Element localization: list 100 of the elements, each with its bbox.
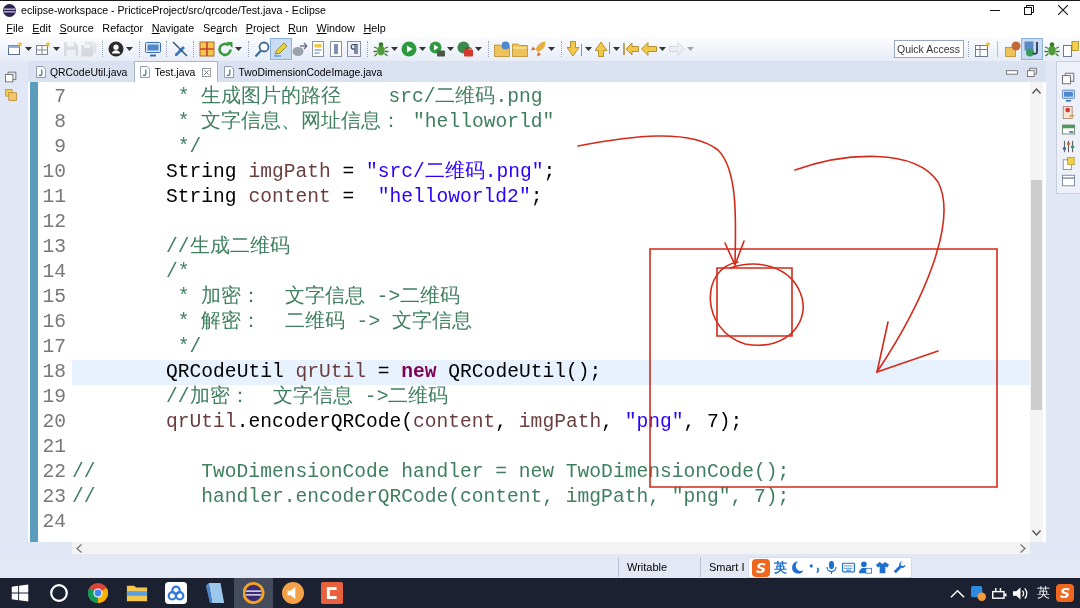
wrench-icon[interactable] (893, 561, 906, 574)
line-number: 15 (41, 285, 66, 310)
monitor-icon[interactable] (1062, 89, 1075, 102)
caret-icon[interactable] (613, 47, 620, 51)
code-keyword: new (401, 361, 437, 383)
table-star-icon[interactable] (974, 41, 991, 57)
person-circle-icon[interactable] (108, 41, 124, 57)
editor-tab[interactable]: QRCodeUtil.java (30, 61, 135, 82)
grid-star-icon[interactable] (35, 41, 51, 57)
caret-icon[interactable] (419, 47, 426, 51)
badge-tile-icon[interactable] (971, 585, 986, 601)
menu-item[interactable]: Run (283, 22, 313, 34)
document-hook-icon (140, 66, 151, 78)
play-icon[interactable] (401, 41, 417, 57)
monitor-icon[interactable] (145, 41, 161, 57)
battery-plug-icon[interactable] (992, 585, 1007, 601)
dot-comma-icon[interactable] (808, 561, 821, 574)
document-icon[interactable] (310, 41, 326, 57)
caret-icon[interactable] (475, 47, 482, 51)
line-number: 8 (53, 110, 66, 135)
caret-icon[interactable] (126, 47, 133, 51)
speaker-disc-icon[interactable] (281, 582, 304, 604)
status-field: Smart I (700, 557, 747, 577)
speaker-icon[interactable] (1013, 585, 1028, 601)
keyboard-icon[interactable] (842, 561, 855, 574)
menu-item[interactable]: Search (198, 22, 242, 34)
caret-icon[interactable] (548, 47, 555, 51)
menu-item[interactable]: Help (359, 22, 390, 34)
menu-item[interactable]: Refactor (98, 22, 148, 34)
shirt-icon[interactable] (876, 561, 889, 574)
ring-icon[interactable] (47, 582, 70, 604)
close-icon[interactable] (202, 67, 212, 77)
caret-icon[interactable] (391, 47, 398, 51)
code-text: String (166, 161, 237, 183)
person-card-icon[interactable] (859, 561, 872, 574)
scroll-thumb[interactable] (1031, 180, 1042, 410)
caret-icon[interactable] (447, 47, 454, 51)
restore-icon[interactable] (5, 71, 17, 83)
input-mode-toggle[interactable]: 英 (774, 558, 787, 577)
menu-item[interactable]: Window (312, 22, 360, 34)
bracket-tile-icon[interactable] (320, 582, 343, 604)
folder-ball-icon[interactable] (1004, 41, 1021, 57)
document-badge-icon[interactable] (1062, 106, 1075, 119)
menu-item[interactable]: Source (55, 22, 99, 34)
window-icon[interactable] (1062, 174, 1075, 187)
blob-arrow-icon[interactable] (292, 41, 308, 57)
menu-item[interactable]: Navigate (147, 22, 199, 34)
restore-icon[interactable] (1026, 66, 1038, 77)
circle-case-icon[interactable] (457, 41, 473, 57)
linked-rings-icon[interactable] (164, 582, 187, 604)
vertical-scrollbar[interactable] (1030, 82, 1043, 542)
document-icon[interactable] (1062, 157, 1075, 170)
code-comment: * 加密： 文字信息 ->二维码 (177, 286, 461, 308)
horizontal-scrollbar[interactable] (72, 542, 1030, 554)
line-number: 10 (41, 160, 66, 185)
close-icon (1058, 5, 1068, 15)
code-comment: //生成二维码 (166, 236, 290, 258)
code-comment: */ (177, 336, 202, 358)
line-number: 16 (41, 310, 66, 335)
code-variable: content (413, 411, 496, 433)
menu-item[interactable]: Edit (28, 22, 56, 34)
editor-tab[interactable]: Test.java (134, 61, 219, 82)
caret-icon[interactable] (235, 47, 242, 51)
window-star-icon[interactable] (7, 41, 23, 57)
grid-box-icon[interactable] (199, 41, 215, 57)
editor-tab[interactable]: TwoDimensionCodeImage.java (218, 61, 390, 82)
menu-item[interactable]: File (2, 22, 28, 34)
crossed-pen-icon[interactable] (172, 41, 188, 57)
code-text: = (342, 186, 355, 208)
caret-icon[interactable] (585, 47, 592, 51)
line-number: 23 (41, 485, 66, 510)
pilcrow-icon[interactable] (346, 41, 362, 57)
menu-item[interactable]: Project (241, 22, 284, 34)
code-comment: */ (177, 136, 202, 158)
code-text: , 7); (683, 411, 743, 433)
caret-icon[interactable] (53, 47, 60, 51)
sliders-icon[interactable] (1062, 140, 1075, 153)
layered-shapes-icon[interactable] (1021, 38, 1043, 60)
code-variable: content (248, 186, 331, 208)
restore-icon (1024, 5, 1034, 15)
document-hook-icon (36, 66, 46, 78)
bug-icon[interactable] (1043, 41, 1060, 57)
input-mode-indicator[interactable]: 英 (1037, 584, 1050, 602)
caret-icon[interactable] (659, 47, 666, 51)
restore-icon[interactable] (1062, 72, 1075, 85)
code-text: ; (543, 161, 556, 183)
microphone-icon[interactable] (825, 561, 838, 574)
notebook-icon[interactable] (203, 582, 226, 604)
bug-icon[interactable] (373, 41, 389, 57)
line-number: 13 (41, 235, 66, 260)
document-hook-icon (224, 66, 235, 78)
quick-access-field[interactable]: Quick Access (894, 40, 964, 58)
documents-icon[interactable] (1062, 41, 1079, 57)
folder-globe-icon[interactable] (494, 41, 510, 57)
card-icon[interactable] (1062, 123, 1075, 136)
caret-icon[interactable] (25, 47, 32, 51)
play-case-icon[interactable] (429, 41, 445, 57)
tricolor-ball-icon[interactable] (86, 582, 109, 604)
moon-icon[interactable] (791, 561, 804, 574)
magnifier-icon[interactable] (254, 41, 270, 57)
